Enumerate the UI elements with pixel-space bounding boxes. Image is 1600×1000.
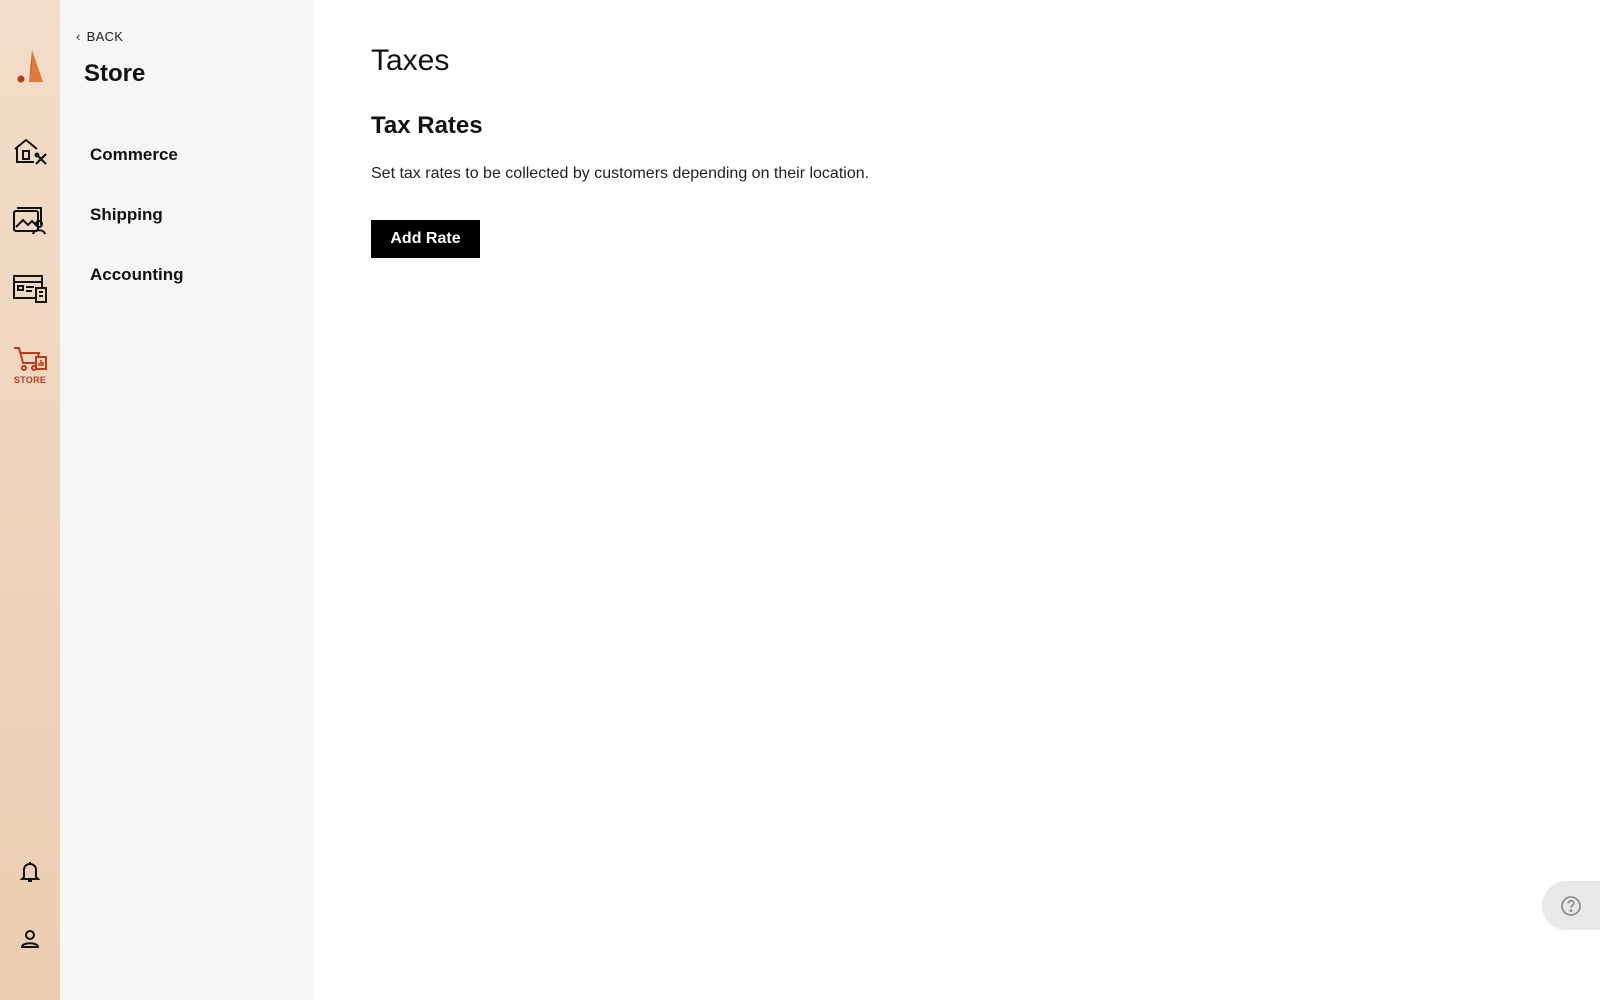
website-pages-icon[interactable]	[0, 274, 60, 304]
section-title: Tax Rates	[371, 112, 483, 139]
store-subnav: ‹ BACK Store Commerce Shipping Accountin…	[60, 0, 314, 1000]
property-tools-icon[interactable]	[0, 136, 60, 166]
chevron-left-icon: ‹	[76, 29, 81, 44]
subnav-item-commerce[interactable]: Commerce	[90, 145, 178, 165]
help-icon	[1561, 895, 1581, 916]
media-contacts-icon[interactable]	[0, 205, 60, 235]
icon-rail: STORE	[0, 0, 60, 1000]
back-link[interactable]: ‹ BACK	[76, 29, 123, 44]
page-title: Taxes	[371, 44, 450, 77]
back-label: BACK	[86, 29, 124, 44]
store-rail-label: STORE	[13, 375, 47, 385]
user-account-icon[interactable]	[0, 928, 60, 950]
section-description: Set tax rates to be collected by custome…	[371, 165, 870, 182]
store-cart-icon[interactable]: STORE	[0, 345, 60, 385]
subnav-item-accounting[interactable]: Accounting	[90, 265, 184, 285]
subnav-item-shipping[interactable]: Shipping	[90, 205, 163, 225]
add-rate-button[interactable]: Add Rate	[371, 220, 480, 258]
bell-icon[interactable]	[0, 860, 60, 884]
subnav-title: Store	[84, 60, 146, 87]
help-button[interactable]	[1542, 881, 1600, 930]
logo-icon[interactable]	[0, 48, 60, 84]
main-content: Taxes Tax Rates Set tax rates to be coll…	[314, 0, 1600, 1000]
